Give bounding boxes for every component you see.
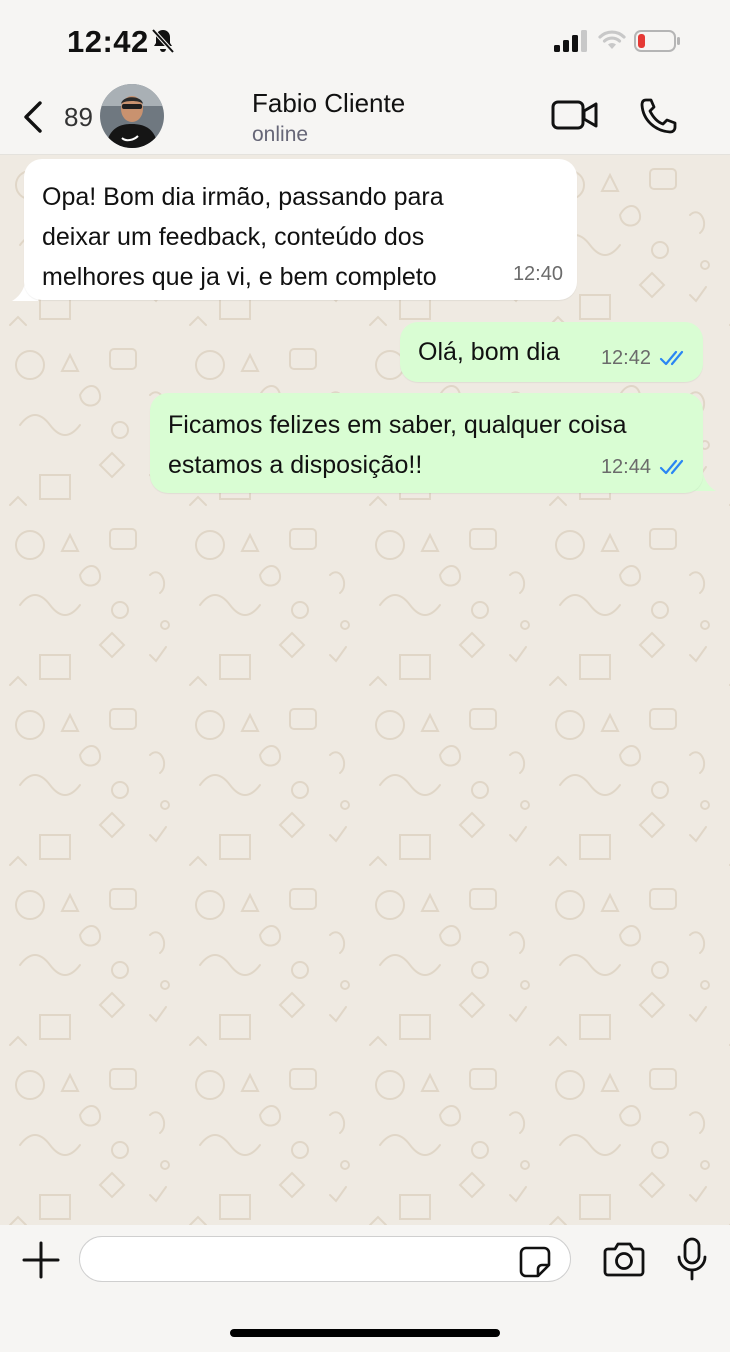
message-input[interactable] — [79, 1236, 571, 1282]
input-bar — [0, 1225, 730, 1352]
chevron-left-icon — [24, 101, 42, 133]
message-time: 12:44 — [600, 456, 651, 478]
wifi-icon — [598, 30, 626, 49]
double-check-read-icon — [659, 459, 684, 475]
double-check-read-icon — [659, 350, 684, 366]
status-bar: 12:42 — [0, 0, 730, 80]
contact-info[interactable]: Fabio Cliente online — [252, 88, 405, 147]
plus-icon[interactable] — [20, 1239, 62, 1281]
bell-slash-icon — [151, 28, 175, 54]
message-outgoing[interactable]: Ficamos felizes em saber, qualquer coisa… — [150, 393, 703, 493]
message-incoming[interactable]: Opa! Bom dia irmão, passando para deixar… — [24, 159, 577, 300]
message-outgoing[interactable]: Olá, bom dia 12:42 — [400, 322, 703, 382]
sticker-icon[interactable] — [518, 1245, 552, 1279]
camera-icon[interactable] — [602, 1239, 646, 1279]
doodle-wallpaper — [0, 155, 730, 1225]
message-text: Opa! Bom dia irmão, passando para deixar… — [42, 183, 444, 291]
avatar[interactable] — [100, 84, 164, 148]
microphone-icon[interactable] — [676, 1237, 708, 1281]
message-meta: 12:40 — [513, 254, 563, 294]
unread-count: 89 — [64, 101, 93, 132]
message-time: 12:40 — [512, 263, 563, 285]
message-time: 12:42 — [600, 347, 651, 369]
message-meta: 12:44 — [601, 447, 689, 487]
status-time: 12:42 — [67, 24, 149, 59]
home-indicator — [230, 1329, 500, 1337]
message-meta: 12:42 — [601, 338, 689, 378]
back-button[interactable]: 89 — [18, 92, 108, 142]
contact-status: online — [252, 123, 309, 146]
chat-area[interactable]: Opa! Bom dia irmão, passando para deixar… — [0, 155, 730, 1225]
video-camera-icon[interactable] — [550, 97, 600, 133]
chat-header: 89 Fabio Cliente online — [0, 80, 730, 155]
message-text: Ficamos felizes em saber, qualquer coisa… — [168, 411, 627, 479]
signal-icon — [554, 30, 587, 52]
message-text: Olá, bom dia — [418, 338, 560, 366]
avatar-photo — [100, 84, 164, 148]
contact-name: Fabio Cliente — [252, 88, 406, 118]
phone-icon[interactable] — [638, 96, 680, 136]
battery-low-icon — [634, 30, 680, 52]
